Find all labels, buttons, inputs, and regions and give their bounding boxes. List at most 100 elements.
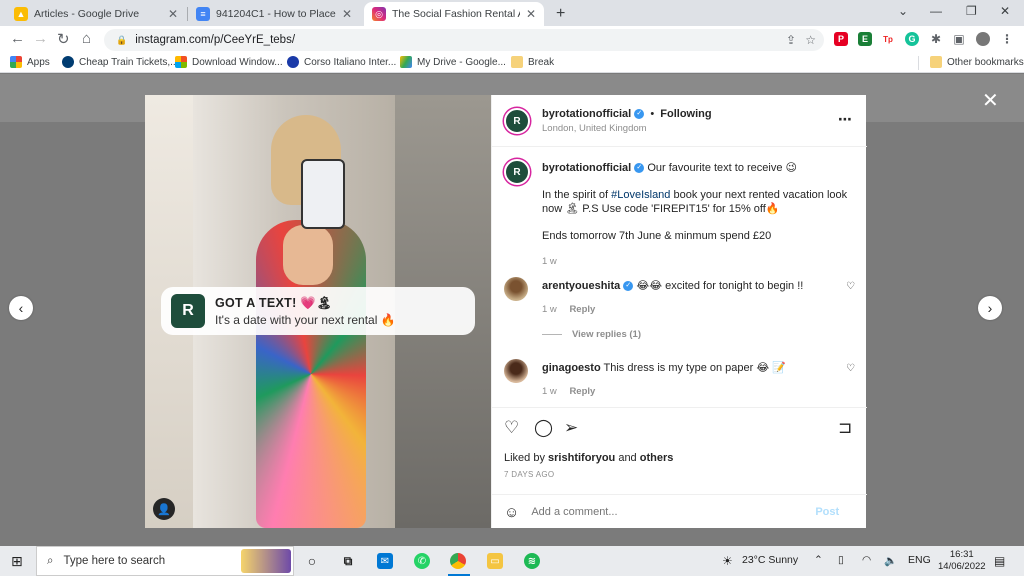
share-icon[interactable]: ➢ — [564, 418, 578, 438]
next-post-button[interactable]: › — [978, 296, 1002, 320]
new-tab-button[interactable]: + — [548, 2, 574, 26]
evernote-icon[interactable]: E — [858, 32, 872, 46]
bookmark-train-tickets[interactable]: Cheap Train Tickets,... — [62, 56, 179, 68]
taskbar-search[interactable]: ⌕ Type here to search — [36, 546, 294, 576]
cortana-icon[interactable]: ○ — [304, 553, 320, 569]
mail-icon[interactable]: ✉ — [377, 553, 393, 569]
bookmark-download-windows[interactable]: Download Window... — [175, 56, 283, 68]
banner-subtitle: It's a date with your next rental 🔥 — [215, 312, 396, 327]
caption-time[interactable]: 1 w — [542, 255, 852, 269]
reload-icon[interactable]: ↻ — [57, 30, 70, 48]
like-comment-icon[interactable]: ♡ — [846, 281, 855, 292]
battery-icon[interactable]: ▯ — [838, 554, 844, 566]
weather-text[interactable]: 23°C Sunny — [742, 554, 798, 566]
tab-google-drive[interactable]: ▲ Articles - Google Drive ✕ — [6, 2, 186, 26]
trainline-icon — [62, 56, 74, 68]
previous-post-button[interactable]: ‹ — [9, 296, 33, 320]
post-location[interactable]: London, United Kingdom — [542, 123, 712, 134]
spotify-icon[interactable]: ≋ — [524, 553, 540, 569]
bookmark-star-icon[interactable]: ☆ — [805, 33, 816, 47]
comment-input[interactable] — [531, 506, 802, 518]
tray-chevron-icon[interactable]: ⌃ — [814, 554, 823, 566]
profile-avatar[interactable]: R — [504, 108, 530, 134]
more-options-icon[interactable]: ⋯ — [838, 111, 852, 128]
side-panel-icon[interactable]: ▣ — [952, 32, 966, 46]
address-bar[interactable]: 🔒 instagram.com/p/CeeYrE_tebs/ ⇪ ☆ — [104, 29, 824, 51]
bookmark-label: Cheap Train Tickets,... — [79, 56, 179, 68]
volume-icon[interactable]: 🔈 — [884, 554, 897, 567]
post-comment-button[interactable]: Post — [815, 506, 839, 518]
menu-icon[interactable]: ⋮ — [1000, 32, 1014, 46]
search-icon: ⌕ — [47, 554, 54, 567]
forward-icon[interactable]: → — [33, 30, 48, 47]
restore-icon[interactable]: ❐ — [966, 4, 977, 18]
caption-avatar[interactable]: R — [504, 159, 530, 185]
comment-time[interactable]: 1 w — [542, 386, 557, 397]
taskbar-clock[interactable]: 16:31 14/06/2022 — [938, 549, 986, 573]
tab-search-icon[interactable]: ⌄ — [898, 4, 908, 18]
bookmark-corso-italiano[interactable]: Corso Italiano Inter... — [287, 56, 396, 68]
comment-username[interactable]: arentyoueshita — [542, 280, 620, 292]
tp-extension-icon[interactable]: Tp — [881, 32, 895, 46]
view-replies-label: View replies (1) — [572, 329, 641, 340]
like-comment-icon[interactable]: ♡ — [846, 363, 855, 374]
wifi-icon[interactable]: ◠ — [862, 554, 871, 566]
image-torso — [283, 225, 333, 285]
bookmark-my-drive[interactable]: My Drive - Google... — [400, 56, 506, 68]
grammarly-icon[interactable]: G — [905, 32, 919, 46]
post-date[interactable]: 7 DAYS AGO — [504, 470, 554, 479]
like-icon[interactable]: ♡ — [504, 418, 519, 438]
tab-instagram[interactable]: ◎ The Social Fashion Rental App (@ ✕ — [364, 2, 544, 26]
comment-meta: 1 w Reply — [542, 386, 842, 397]
liked-user-link[interactable]: srishtiforyou — [548, 452, 615, 464]
tab-place-value[interactable]: ≡ 941204C1 - How to Place Value ✕ — [188, 2, 360, 26]
language-indicator[interactable]: ENG — [908, 554, 931, 566]
back-icon[interactable]: ← — [10, 30, 25, 47]
close-modal-icon[interactable]: ✕ — [982, 88, 999, 113]
close-tab-icon[interactable]: ✕ — [526, 7, 536, 21]
bookmark-apps[interactable]: Apps — [10, 56, 50, 68]
comment-1: arentyoueshita ✓ 😂😂 excited for tonight … — [542, 279, 842, 340]
close-tab-icon[interactable]: ✕ — [168, 7, 178, 21]
reply-button[interactable]: Reply — [569, 386, 595, 397]
following-button[interactable]: Following — [660, 108, 711, 120]
hashtag-link[interactable]: #LoveIsland — [611, 189, 670, 201]
commenter-avatar[interactable] — [504, 277, 528, 301]
close-window-icon[interactable]: ✕ — [1000, 4, 1010, 18]
emoji-icon[interactable]: ☺ — [504, 504, 519, 521]
save-icon[interactable]: ⊐ — [838, 418, 852, 438]
reply-button[interactable]: Reply — [569, 304, 595, 315]
windows-taskbar: ⊞ ⌕ Type here to search ○ ⧉ ✉ ✆ ▭ ≋ ☀ 23… — [0, 546, 1024, 576]
commenter-avatar[interactable] — [504, 359, 528, 383]
windows-start-icon[interactable]: ⊞ — [11, 553, 23, 570]
liked-others-link[interactable]: others — [640, 452, 674, 464]
notifications-icon[interactable]: ▤ — [994, 554, 1005, 568]
banner-title: GOT A TEXT! 💗🏝 — [215, 295, 333, 310]
bookmark-break[interactable]: Break — [511, 56, 554, 68]
pinterest-icon[interactable]: P — [834, 32, 848, 46]
minimize-icon[interactable]: — — [930, 4, 942, 18]
file-explorer-icon[interactable]: ▭ — [487, 553, 503, 569]
author-username[interactable]: byrotationofficial — [542, 108, 631, 120]
close-tab-icon[interactable]: ✕ — [342, 7, 352, 21]
view-replies-button[interactable]: View replies (1) — [542, 329, 842, 340]
user-tag-icon[interactable]: 👤 — [153, 498, 175, 520]
comment-text: 😂😂 excited for tonight to begin !! — [636, 280, 804, 292]
post-actions: ♡ ◯ ➢ ⊐ Liked by srishtiforyou and other… — [492, 407, 867, 528]
caption-line-1: Our favourite text to receive 😉 — [647, 162, 797, 174]
folder-icon — [511, 56, 523, 68]
home-icon[interactable]: ⌂ — [82, 30, 91, 47]
comment-username[interactable]: ginagoesto — [542, 362, 601, 374]
comment-time[interactable]: 1 w — [542, 304, 557, 315]
chrome-icon[interactable] — [450, 553, 466, 569]
extensions-icon[interactable]: ✱ — [929, 32, 943, 46]
share-icon[interactable]: ⇪ — [786, 33, 796, 47]
instagram-icon: ◎ — [372, 7, 386, 21]
whatsapp-icon[interactable]: ✆ — [414, 553, 430, 569]
post-image[interactable]: R GOT A TEXT! 💗🏝 It's a date with your n… — [145, 95, 491, 528]
caption-username[interactable]: byrotationofficial — [542, 162, 631, 174]
profile-avatar[interactable] — [976, 32, 990, 46]
bookmark-other[interactable]: Other bookmarks — [930, 56, 1024, 68]
task-view-icon[interactable]: ⧉ — [340, 553, 356, 569]
comment-icon[interactable]: ◯ — [534, 418, 553, 438]
